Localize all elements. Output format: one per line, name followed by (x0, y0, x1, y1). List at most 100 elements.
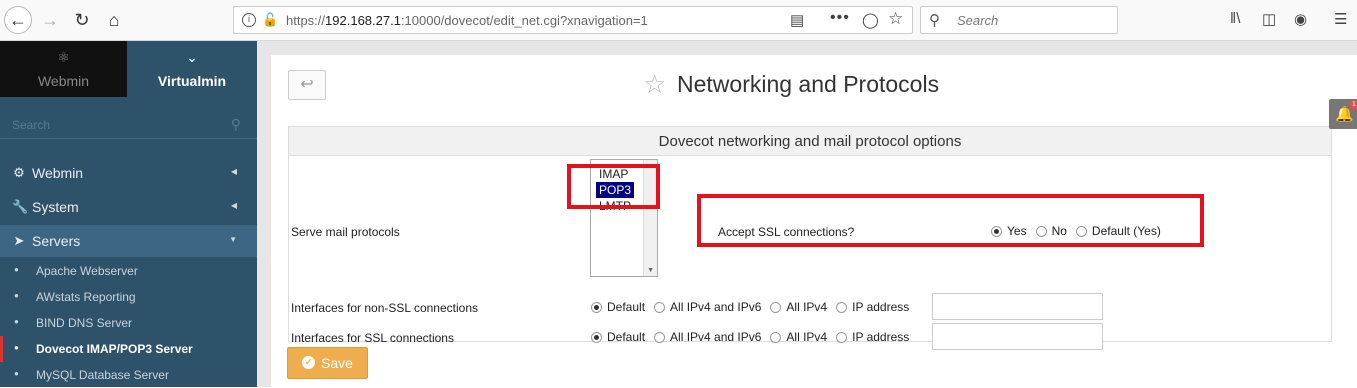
reader-view-icon[interactable]: ▤ (790, 11, 804, 29)
serve-protocols-label: Serve mail protocols (291, 225, 400, 239)
check-circle-icon: ✓ (302, 356, 315, 369)
back-button[interactable]: ← (4, 6, 32, 34)
option-label: All IPv4 (786, 300, 828, 314)
option-label: All IPv4 and IPv6 (670, 330, 762, 344)
notification-button[interactable]: 🔔 1 (1329, 99, 1357, 129)
nonssl-ip-address-option[interactable]: IP address (836, 300, 909, 314)
sidebar-item-webmin[interactable]: ⚙ Webmin ◀ (0, 157, 257, 189)
notification-badge: 1 (1349, 100, 1357, 110)
tab-webmin-label: Webmin (37, 73, 90, 89)
active-indicator (0, 336, 3, 362)
sidebar-search-input[interactable]: Search (12, 118, 50, 132)
sidebar-subitem-label: BIND DNS Server (36, 316, 133, 330)
url-bar[interactable]: i 🔓 https://192.168.27.1:10000/dovecot/e… (233, 6, 913, 34)
page-actions-icon[interactable]: ••• (830, 9, 850, 27)
url-text[interactable]: https://192.168.27.1:10000/dovecot/edit_… (286, 13, 648, 28)
sidebar: ⚛ Webmin ⌄ Virtualmin Search ⚲ ⚙ Webmin … (0, 41, 257, 387)
sidebar-item-label: Webmin (32, 165, 84, 181)
sidebar-subitem-dovecot[interactable]: ● Dovecot IMAP/POP3 Server (0, 336, 257, 362)
tab-virtualmin-label: Virtualmin (157, 73, 227, 89)
nonssl-interfaces-label: Interfaces for non-SSL connections (291, 301, 478, 315)
nonssl-ip-address-field[interactable] (932, 293, 1103, 320)
sidebar-subitem-label: MySQL Database Server (36, 368, 169, 382)
radio-unchecked[interactable] (836, 331, 848, 343)
sidebar-item-label: Servers (32, 233, 81, 249)
sidebar-search[interactable]: Search ⚲ (0, 111, 257, 139)
search-icon[interactable]: ⚲ (231, 116, 241, 133)
ssl-ip-address-option[interactable]: IP address (836, 330, 909, 344)
browser-toolbar: ← → ↻ ⌂ i 🔓 https://192.168.27.1:10000/d… (0, 0, 1357, 41)
sidebar-item-system[interactable]: 🔧 System ◀ (0, 191, 257, 223)
nonssl-interfaces-radio-group: Default All IPv4 and IPv6 All IPv4 IP ad… (591, 300, 918, 314)
option-label: All IPv4 (786, 330, 828, 344)
favorite-star-icon[interactable]: ☆ (643, 69, 666, 100)
sidebar-subitem-label: Dovecot IMAP/POP3 Server (36, 342, 193, 356)
return-arrow-icon: ↩ (300, 76, 314, 93)
bullet-icon: ● (14, 317, 19, 326)
radio-unchecked[interactable] (654, 301, 666, 313)
sidebar-subitem-label: Apache Webserver (36, 264, 138, 278)
reload-button[interactable]: ↻ (68, 6, 96, 34)
nonssl-all-ipv4-ipv6-option[interactable]: All IPv4 and IPv6 (654, 300, 761, 314)
option-label: IP address (852, 330, 910, 344)
home-button[interactable]: ⌂ (100, 6, 128, 34)
sidebar-subitem-label: AWstats Reporting (36, 290, 136, 304)
ssl-ip-address-field[interactable] (932, 323, 1103, 350)
webmin-logo-icon: ⚛ (57, 49, 70, 65)
sidebar-item-servers[interactable]: ➤ Servers ▼ (0, 225, 257, 257)
option-label: Default (607, 300, 646, 314)
ssl-default-option[interactable]: Default (591, 330, 645, 344)
radio-checked[interactable] (591, 301, 602, 313)
chevron-down-icon: ⌄ (186, 49, 198, 65)
wrench-icon: 🔧 (12, 199, 29, 214)
bullet-icon: ● (14, 369, 19, 378)
return-button[interactable]: ↩ (288, 70, 326, 100)
tab-virtualmin[interactable]: ⌄ Virtualmin (127, 41, 257, 97)
caret-left-icon: ◀ (230, 167, 237, 176)
account-icon[interactable]: ◉ (1294, 10, 1307, 28)
tab-webmin[interactable]: ⚛ Webmin (0, 41, 127, 97)
ssl-all-ipv4-option[interactable]: All IPv4 (770, 330, 827, 344)
option-label: IP address (852, 300, 910, 314)
save-button-label: Save (321, 355, 353, 371)
sidebar-tabs: ⚛ Webmin ⌄ Virtualmin (0, 41, 257, 97)
gear-icon: ⚙ (13, 165, 25, 180)
ssl-interfaces-label: Interfaces for SSL connections (291, 331, 454, 345)
browser-search-bar[interactable]: ⚲ Search (920, 6, 1118, 34)
sidebar-toggle-icon[interactable]: ◫ (1262, 10, 1276, 28)
pocket-icon[interactable]: ◯ (862, 11, 879, 29)
page-title: Networking and Protocols (677, 71, 940, 97)
sidebar-subitem-awstats[interactable]: ● AWstats Reporting (0, 284, 257, 310)
bullet-icon: ● (14, 343, 19, 352)
sidebar-subitem-apache[interactable]: ● Apache Webserver (0, 258, 257, 284)
lock-warning-icon[interactable]: 🔓 (262, 12, 278, 28)
sidebar-subitem-bind[interactable]: ● BIND DNS Server (0, 310, 257, 336)
annotation-highlight-ssl (697, 194, 1204, 247)
rocket-icon: ➤ (13, 233, 25, 248)
ssl-interfaces-radio-group: Default All IPv4 and IPv6 All IPv4 IP ad… (591, 330, 918, 344)
scroll-down-icon[interactable]: ▼ (647, 267, 654, 274)
option-label: All IPv4 and IPv6 (670, 300, 762, 314)
menu-icon[interactable]: ☰ (1334, 10, 1347, 28)
nonssl-all-ipv4-option[interactable]: All IPv4 (770, 300, 827, 314)
save-button[interactable]: ✓ Save (287, 347, 368, 379)
radio-unchecked[interactable] (770, 301, 782, 313)
radio-unchecked[interactable] (770, 331, 782, 343)
nonssl-default-option[interactable]: Default (591, 300, 645, 314)
form-header: Dovecot networking and mail protocol opt… (289, 127, 1331, 156)
forward-button[interactable]: → (36, 6, 64, 34)
library-icon[interactable]: ‖\ (1230, 10, 1240, 27)
sidebar-subitem-mysql[interactable]: ● MySQL Database Server (0, 362, 257, 388)
browser-search-input[interactable]: Search (957, 13, 998, 28)
info-icon[interactable]: i (242, 13, 256, 27)
annotation-highlight-pop3 (567, 164, 660, 209)
ssl-all-ipv4-ipv6-option[interactable]: All IPv4 and IPv6 (654, 330, 761, 344)
radio-unchecked[interactable] (654, 331, 666, 343)
radio-unchecked[interactable] (836, 301, 848, 313)
caret-down-icon: ▼ (229, 235, 237, 244)
bookmark-star-icon[interactable]: ☆ (888, 9, 903, 29)
bullet-icon: ● (14, 291, 19, 300)
sidebar-item-label: System (32, 199, 79, 215)
option-label: Default (607, 330, 646, 344)
radio-checked[interactable] (591, 331, 602, 343)
